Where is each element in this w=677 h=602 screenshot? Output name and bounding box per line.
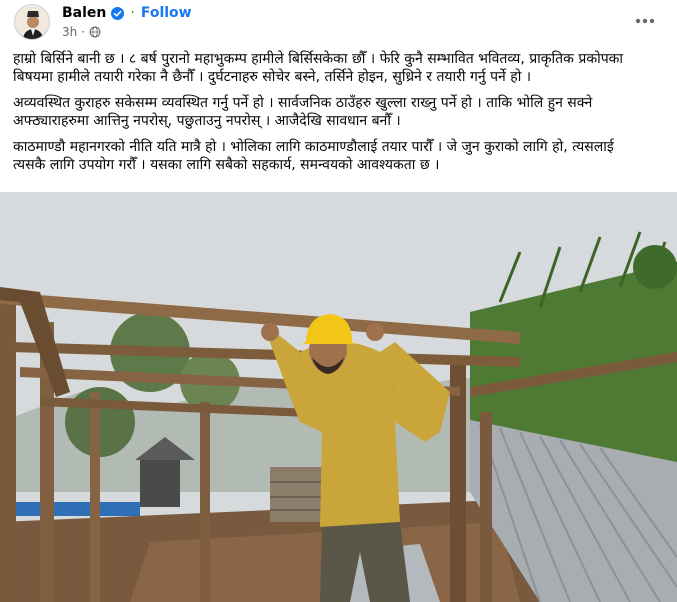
more-options-icon (635, 18, 655, 24)
post-text-line: बिषयमा हामीले तयारी गरेका नै छैनौँ । दुर… (13, 69, 532, 85)
follow-button[interactable]: Follow (141, 5, 192, 21)
post-header: Balen · Follow 3h · (0, 0, 677, 42)
author-avatar[interactable] (14, 4, 50, 40)
meta-separator: · (81, 25, 86, 39)
photo-construction-scene (0, 192, 677, 602)
author-line: Balen · Follow (62, 4, 192, 22)
verified-badge-icon (111, 6, 125, 20)
post-paragraph-3: काठमाण्डौ महानगरको नीति यति मात्रै हो । … (13, 138, 669, 174)
globe-icon[interactable] (89, 26, 101, 38)
post-paragraph-2: अव्यवस्थित कुराहरु सकेसम्म व्यवस्थित गर्… (13, 94, 669, 130)
post-text-line: अव्यवस्थित कुराहरु सकेसम्म व्यवस्थित गर्… (13, 95, 593, 111)
separator-dot: · (130, 5, 135, 21)
post-timestamp[interactable]: 3h (62, 25, 77, 39)
author-name[interactable]: Balen (62, 5, 106, 21)
post-paragraph-1: हाम्रो बिर्सिने बानी छ । ८ बर्ष पुरानो म… (13, 50, 669, 86)
post-meta: 3h · (62, 24, 101, 40)
post-photo[interactable] (0, 192, 677, 602)
avatar-image (15, 5, 49, 39)
post-text-line: त्यसकै लागि उपयोग गरौँ । यसका लागि सबैको… (13, 157, 440, 173)
post-text-line: काठमाण्डौ महानगरको नीति यति मात्रै हो । … (13, 139, 614, 155)
more-options-button[interactable] (632, 8, 658, 34)
post-text: हाम्रो बिर्सिने बानी छ । ८ बर्ष पुरानो म… (13, 50, 669, 182)
post-text-line: हाम्रो बिर्सिने बानी छ । ८ बर्ष पुरानो म… (13, 51, 624, 67)
post-text-line: अफ्ठ्याराहरुमा आत्तिनु नपरोस्, पछुताउनु … (13, 113, 401, 129)
